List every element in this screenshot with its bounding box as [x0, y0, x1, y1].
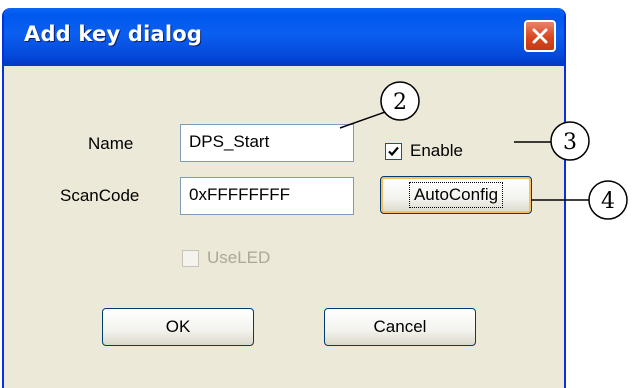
- close-button[interactable]: [524, 20, 556, 52]
- scancode-label: ScanCode: [60, 186, 140, 205]
- ok-label: OK: [165, 317, 191, 336]
- window-title: Add key dialog: [24, 22, 203, 46]
- useled-label: UseLED: [207, 248, 271, 267]
- scancode-input[interactable]: 0xFFFFFFFF: [180, 177, 354, 215]
- callout-4-number: 4: [601, 189, 615, 214]
- name-input[interactable]: DPS_Start: [180, 124, 354, 162]
- enable-label: Enable: [410, 141, 463, 160]
- callout-4-circle: [588, 180, 628, 220]
- title-bar[interactable]: Add key dialog: [4, 8, 564, 66]
- name-label: Name: [88, 134, 134, 153]
- enable-checkbox[interactable]: [385, 143, 402, 160]
- add-key-dialog: Add key dialog Name DPS_Start Enable Sca…: [2, 8, 566, 388]
- ok-button[interactable]: OK: [102, 308, 254, 346]
- autoconfig-button[interactable]: AutoConfig: [380, 176, 532, 214]
- close-icon: [532, 28, 548, 44]
- useled-checkbox[interactable]: [182, 250, 199, 267]
- autoconfig-label: AutoConfig: [408, 182, 504, 208]
- checkmark-icon: [388, 146, 399, 157]
- cancel-button[interactable]: Cancel: [324, 308, 476, 346]
- cancel-label: Cancel: [373, 317, 427, 336]
